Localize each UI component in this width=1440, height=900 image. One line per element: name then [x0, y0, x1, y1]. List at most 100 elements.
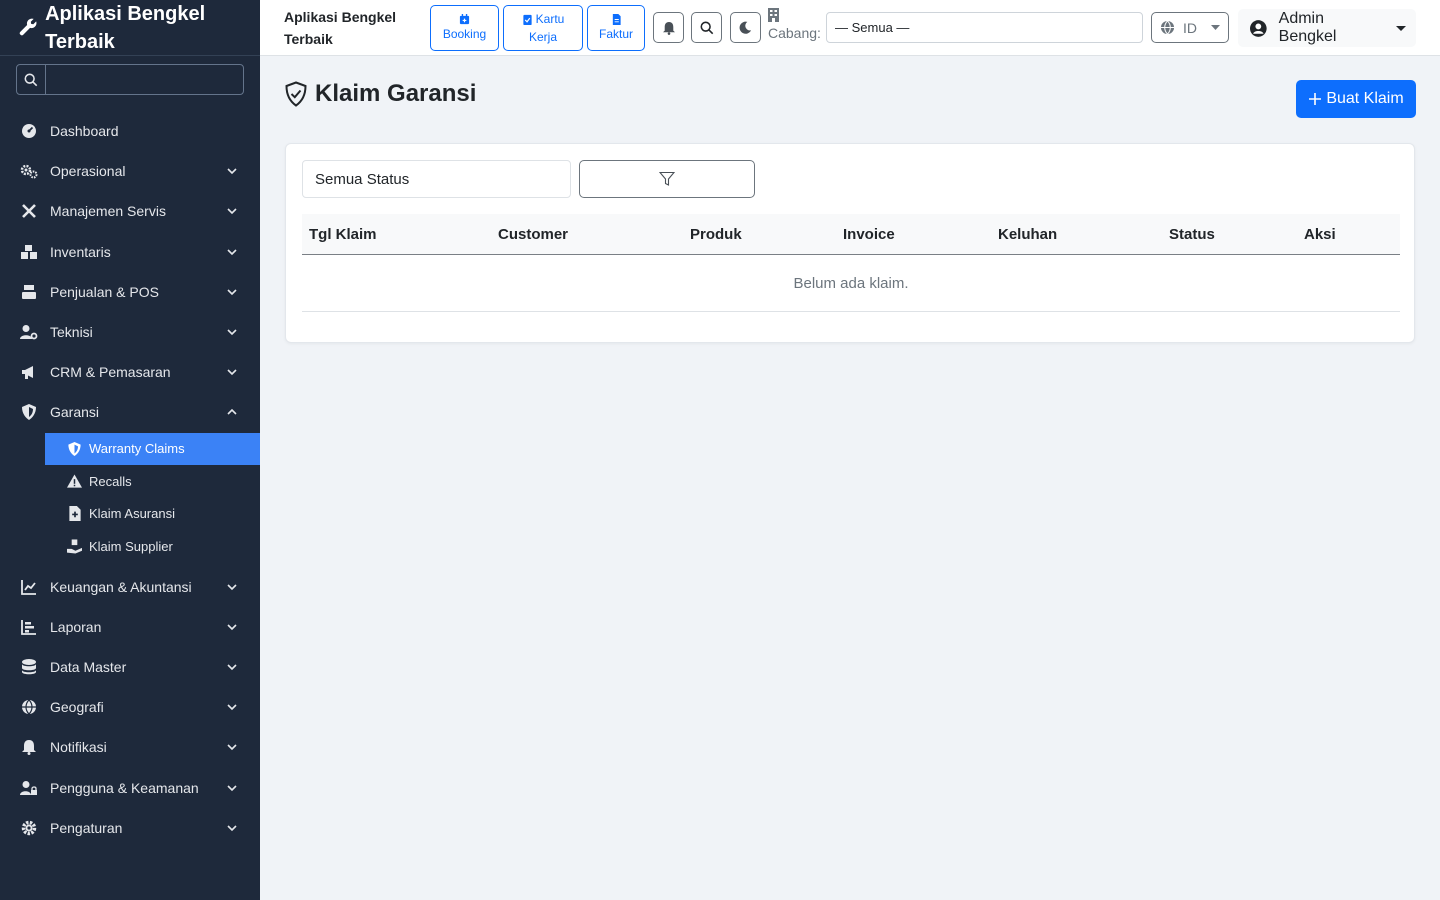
notifications-button[interactable] — [653, 12, 684, 43]
language-select[interactable]: ID — [1151, 12, 1229, 43]
sidebar-item-label: Pengguna & Keamanan — [50, 779, 199, 796]
sidebar-item-operasional[interactable]: Operasional — [0, 151, 260, 191]
dashboard-icon — [20, 122, 38, 140]
sidebar-subitem-klaim-asuransi[interactable]: Klaim Asuransi — [45, 498, 260, 531]
boxes-icon — [20, 243, 38, 261]
sidebar-item-garansi[interactable]: Garansi — [0, 392, 260, 432]
cash-register-icon — [20, 283, 38, 301]
faktur-button[interactable]: Faktur — [587, 5, 645, 51]
file-medical-icon — [67, 506, 82, 522]
sidebar-item-pengaturan[interactable]: Pengaturan — [0, 808, 260, 848]
globe-icon — [1160, 20, 1175, 35]
sidebar-item-pengguna-keamanan[interactable]: Pengguna & Keamanan — [0, 767, 260, 807]
gear-icon — [20, 819, 38, 837]
wrench-icon — [19, 18, 37, 36]
sidebar-subitem-label: Recalls — [89, 473, 132, 489]
sidebar-subitem-recalls[interactable]: Recalls — [45, 465, 260, 498]
user-menu-button[interactable]: Admin Bengkel — [1238, 9, 1416, 47]
shield-check-icon — [285, 81, 307, 107]
chevron-down-icon — [227, 825, 237, 831]
booking-label: Booking — [442, 26, 487, 41]
sidebar-subitem-label: Klaim Asuransi — [89, 506, 175, 522]
theme-toggle-button[interactable] — [730, 12, 761, 43]
sidebar-item-teknisi[interactable]: Teknisi — [0, 312, 260, 352]
sidebar-search-input[interactable] — [46, 65, 243, 94]
chevron-down-icon — [227, 784, 237, 791]
sidebar-item-label: CRM & Pemasaran — [50, 364, 171, 381]
status-filter-select[interactable]: Semua Status — [302, 160, 571, 198]
kartu-kerja-button[interactable]: Kartu Kerja — [503, 5, 583, 51]
sidebar-item-geografi[interactable]: Geografi — [0, 687, 260, 727]
column-header: Aksi — [1304, 225, 1336, 243]
bell-icon — [20, 738, 38, 756]
booking-button[interactable]: Booking — [430, 5, 499, 51]
invoice-icon — [612, 13, 621, 25]
table-header: Tgl Klaim Customer Produk Invoice Keluha… — [302, 214, 1400, 255]
column-header: Keluhan — [998, 225, 1058, 243]
column-header: Produk — [690, 225, 742, 243]
hand-holding-box-icon — [67, 539, 82, 554]
filter-button[interactable] — [579, 160, 755, 198]
sidebar-item-data-master[interactable]: Data Master — [0, 647, 260, 687]
sidebar-item-dashboard[interactable]: Dashboard — [0, 111, 260, 151]
chevron-down-icon — [227, 168, 237, 175]
column-header: Invoice — [843, 225, 895, 243]
sidebar-subitem-warranty-claims[interactable]: Warranty Claims — [45, 432, 260, 465]
sidebar-item-inventaris[interactable]: Inventaris — [0, 232, 260, 272]
sidebar-item-manajemen-servis[interactable]: Manajemen Servis — [0, 191, 260, 231]
plus-icon — [1309, 93, 1322, 105]
empty-state-text: Belum ada klaim. — [793, 274, 909, 292]
cabang-select-value: — Semua — — [835, 20, 910, 35]
sidebar-item-label: Geografi — [50, 699, 104, 716]
megaphone-icon — [20, 363, 38, 381]
chevron-down-icon — [227, 744, 237, 751]
warning-icon — [67, 474, 82, 489]
page-title: Klaim Garansi — [285, 80, 476, 108]
buat-klaim-label: Buat Klaim — [1326, 90, 1404, 107]
database-icon — [20, 658, 38, 676]
sidebar-item-keuangan[interactable]: Keuangan & Akuntansi — [0, 567, 260, 607]
empty-state-row: Belum ada klaim. — [302, 255, 1400, 312]
chevron-down-icon — [227, 329, 237, 336]
sidebar-subitem-label: Warranty Claims — [89, 441, 185, 457]
moon-icon — [739, 21, 752, 34]
building-icon — [768, 8, 779, 22]
tools-icon — [20, 202, 38, 220]
page-title-text: Klaim Garansi — [315, 80, 477, 107]
globe-icon — [20, 698, 38, 716]
cabang-select[interactable]: — Semua — — [826, 12, 1143, 43]
brand[interactable]: Aplikasi Bengkel Terbaik — [0, 0, 260, 56]
chevron-down-icon — [227, 369, 237, 376]
kartu-kerja-label-1: Kartu — [535, 12, 565, 26]
user-name: Admin Bengkel — [1278, 10, 1337, 45]
cabang-label: Cabang: — [768, 25, 821, 41]
sidebar-item-penjualan-pos[interactable]: Penjualan & POS — [0, 272, 260, 312]
topbar: Aplikasi Bengkel Terbaik Booking Kartu K… — [260, 0, 1440, 56]
chevron-down-icon — [227, 704, 237, 711]
sidebar-item-crm-pemasaran[interactable]: CRM & Pemasaran — [0, 352, 260, 392]
language-value: ID — [1183, 19, 1197, 36]
sidebar-item-laporan[interactable]: Laporan — [0, 607, 260, 647]
sidebar-item-label: Notifikasi — [50, 739, 107, 756]
garansi-submenu: Warranty Claims Recalls Klaim Asuransi K… — [0, 432, 260, 563]
user-circle-icon — [1250, 19, 1267, 37]
sidebar: Aplikasi Bengkel Terbaik Dashboard Opera… — [0, 0, 260, 900]
sidebar-item-label: Manajemen Servis — [50, 203, 166, 220]
shield-icon — [20, 403, 38, 421]
sidebar-subitem-klaim-supplier[interactable]: Klaim Supplier — [45, 530, 260, 563]
column-header: Status — [1169, 225, 1215, 243]
chevron-down-icon — [227, 208, 237, 215]
sidebar-item-label: Dashboard — [50, 123, 119, 140]
sidebar-item-notifikasi[interactable]: Notifikasi — [0, 727, 260, 767]
chevron-down-icon — [227, 249, 237, 255]
cabang-label-group: Cabang: — [768, 8, 821, 43]
search-button[interactable] — [691, 12, 722, 43]
chart-line-icon — [20, 578, 38, 596]
sidebar-item-label: Data Master — [50, 658, 127, 675]
sidebar-item-label: Teknisi — [50, 324, 93, 341]
column-header: Tgl Klaim — [309, 225, 377, 243]
sidebar-item-label: Laporan — [50, 618, 102, 635]
calendar-plus-icon — [459, 13, 470, 24]
buat-klaim-button[interactable]: Buat Klaim — [1296, 80, 1416, 118]
column-header: Customer — [498, 225, 569, 243]
